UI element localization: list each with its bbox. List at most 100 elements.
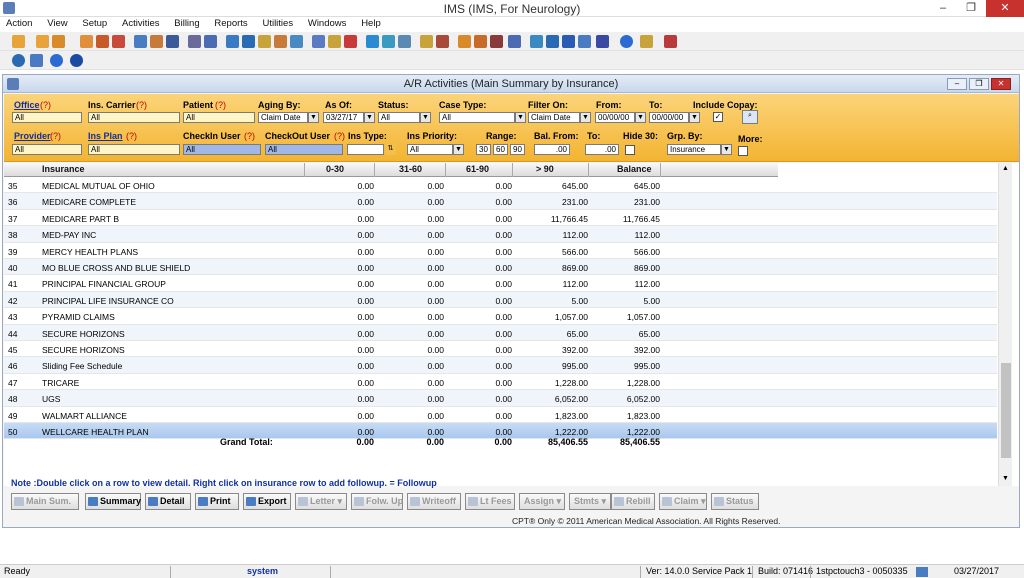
- menu-reports[interactable]: Reports: [208, 17, 253, 29]
- report-icon[interactable]: [188, 35, 201, 48]
- ins-priority-select[interactable]: All: [407, 144, 453, 155]
- checkout-user-help[interactable]: (?): [334, 131, 345, 141]
- claim-button[interactable]: Claim ▾: [659, 493, 707, 510]
- header-61-90[interactable]: 61-90: [466, 164, 489, 174]
- vertical-scrollbar[interactable]: ▲ ▼: [998, 163, 1012, 486]
- status-button[interactable]: Status: [711, 493, 759, 510]
- checkin-user-field[interactable]: All: [183, 144, 261, 155]
- chevron-down-icon[interactable]: ▼: [515, 112, 526, 123]
- exit-icon[interactable]: [664, 35, 677, 48]
- group-icon[interactable]: [274, 35, 287, 48]
- aging-by-select[interactable]: Claim Date: [258, 112, 308, 123]
- status-select[interactable]: All: [378, 112, 420, 123]
- table-row[interactable]: 46 Sliding Fee Schedule 0.00 0.00 0.00 995.00…: [4, 357, 997, 374]
- chevron-down-icon[interactable]: ▼: [308, 112, 319, 123]
- letter-button[interactable]: Letter ▾: [295, 493, 347, 510]
- range-1-field[interactable]: 30: [476, 144, 491, 155]
- cancel-icon[interactable]: [70, 54, 83, 67]
- lab-icon[interactable]: [150, 35, 163, 48]
- sync-icon[interactable]: [546, 35, 559, 48]
- header-0-30[interactable]: 0-30: [326, 164, 344, 174]
- maximize-button[interactable]: ❐: [958, 0, 984, 17]
- chevron-down-icon[interactable]: ▼: [453, 144, 464, 155]
- table-row[interactable]: 42 PRINCIPAL LIFE INSURANCE CO 0.00 0.00 0.0…: [4, 291, 997, 309]
- office-help[interactable]: (?): [40, 100, 51, 110]
- minimize-button[interactable]: –: [930, 0, 956, 17]
- office-label[interactable]: Office: [14, 100, 40, 110]
- document-icon[interactable]: [420, 35, 433, 48]
- header-31-60[interactable]: 31-60: [399, 164, 422, 174]
- grid-icon[interactable]: [312, 35, 325, 48]
- transfer-icon[interactable]: [258, 35, 271, 48]
- ins-carrier-field[interactable]: All: [88, 112, 180, 123]
- menu-help[interactable]: Help: [355, 17, 387, 29]
- mail-icon[interactable]: [398, 35, 411, 48]
- menu-activities[interactable]: Activities: [116, 17, 165, 29]
- patient-field[interactable]: All: [183, 112, 255, 123]
- provider-field[interactable]: All: [12, 144, 82, 155]
- link-icon[interactable]: [366, 35, 379, 48]
- assign-button[interactable]: Assign ▾: [519, 493, 565, 510]
- close-button[interactable]: ✕: [986, 0, 1024, 17]
- web-icon[interactable]: [290, 35, 303, 48]
- refresh-icon[interactable]: [12, 54, 25, 67]
- to-date-field[interactable]: 00/00/00: [649, 112, 689, 123]
- table-row[interactable]: 49 WALMART ALLIANCE 0.00 0.00 0.00 1,823.00 1,…: [4, 407, 997, 423]
- filter-icon[interactable]: ⇅: [385, 144, 396, 155]
- as-of-field[interactable]: 03/27/17: [323, 112, 364, 123]
- table-row[interactable]: 39 MERCY HEALTH PLANS 0.00 0.00 0.00 566.00 56…: [4, 243, 997, 259]
- detail-button[interactable]: Detail: [145, 493, 191, 510]
- folw-up-button[interactable]: Folw. Up: [351, 493, 403, 510]
- user-icon[interactable]: [36, 35, 49, 48]
- menu-setup[interactable]: Setup: [76, 17, 113, 29]
- patient-help[interactable]: (?): [215, 100, 226, 110]
- menu-windows[interactable]: Windows: [302, 17, 353, 29]
- settings-icon[interactable]: [30, 54, 43, 67]
- help-icon[interactable]: [50, 54, 63, 67]
- table-row[interactable]: 45 SECURE HORIZONS 0.00 0.00 0.00 392.00 392.0…: [4, 341, 997, 358]
- chevron-down-icon[interactable]: ▼: [721, 144, 732, 155]
- table-row[interactable]: 35 MEDICAL MUTUAL OF OHIO 0.00 0.00 0.00 645.…: [4, 177, 997, 194]
- exchange-icon[interactable]: [530, 35, 543, 48]
- grp-by-select[interactable]: Insurance: [667, 144, 721, 155]
- menu-action[interactable]: Action: [0, 17, 38, 29]
- table-row[interactable]: 41 PRINCIPAL FINANCIAL GROUP 0.00 0.00 0.00 1…: [4, 275, 997, 292]
- provider-label[interactable]: Provider: [14, 131, 51, 141]
- table-row[interactable]: 47 TRICARE 0.00 0.00 0.00 1,228.00 1,228.00: [4, 374, 997, 391]
- table-row[interactable]: 37 MEDICARE PART B 0.00 0.00 0.00 11,766.45 11…: [4, 210, 997, 227]
- bal-to-field[interactable]: .00: [585, 144, 619, 155]
- globe-icon[interactable]: [382, 35, 395, 48]
- more-checkbox[interactable]: [738, 146, 748, 156]
- mdi-close-button[interactable]: ✕: [991, 78, 1011, 90]
- ledger-icon[interactable]: [490, 35, 503, 48]
- money-icon[interactable]: [458, 35, 471, 48]
- scroll-down-icon[interactable]: ▼: [1002, 475, 1009, 482]
- network-icon[interactable]: [242, 35, 255, 48]
- summary-button[interactable]: Summary: [85, 493, 141, 510]
- menu-utilities[interactable]: Utilities: [256, 17, 299, 29]
- refresh-icon[interactable]: [226, 35, 239, 48]
- people-icon[interactable]: [328, 35, 341, 48]
- rebill-button[interactable]: Rebill: [611, 493, 655, 510]
- lock-icon[interactable]: [640, 35, 653, 48]
- bill-icon[interactable]: [436, 35, 449, 48]
- ins-carrier-help[interactable]: (?): [136, 100, 147, 110]
- export-button[interactable]: Export: [243, 493, 291, 510]
- scroll-up-icon[interactable]: ▲: [1002, 165, 1009, 172]
- ins-plan-field[interactable]: All: [88, 144, 180, 155]
- menu-view[interactable]: View: [41, 17, 73, 29]
- range-3-field[interactable]: 90: [510, 144, 525, 155]
- header-over-90[interactable]: > 90: [536, 164, 554, 174]
- header-insurance[interactable]: Insurance: [42, 164, 85, 174]
- table-row[interactable]: 38 MED-PAY INC 0.00 0.00 0.00 112.00 112.00: [4, 226, 997, 243]
- chevron-down-icon[interactable]: ▼: [420, 112, 431, 123]
- lt-fees-button[interactable]: Lt Fees: [465, 493, 515, 510]
- from-date-field[interactable]: 00/00/00: [595, 112, 635, 123]
- payment-icon[interactable]: [474, 35, 487, 48]
- table-row[interactable]: 44 SECURE HORIZONS 0.00 0.00 0.00 65.00 65.00: [4, 324, 997, 341]
- notes-icon[interactable]: [96, 35, 109, 48]
- ins-type-field[interactable]: [347, 144, 384, 155]
- calendar-icon[interactable]: [134, 35, 147, 48]
- main-sum-button[interactable]: Main Sum.: [11, 493, 79, 510]
- bal-from-field[interactable]: .00: [534, 144, 570, 155]
